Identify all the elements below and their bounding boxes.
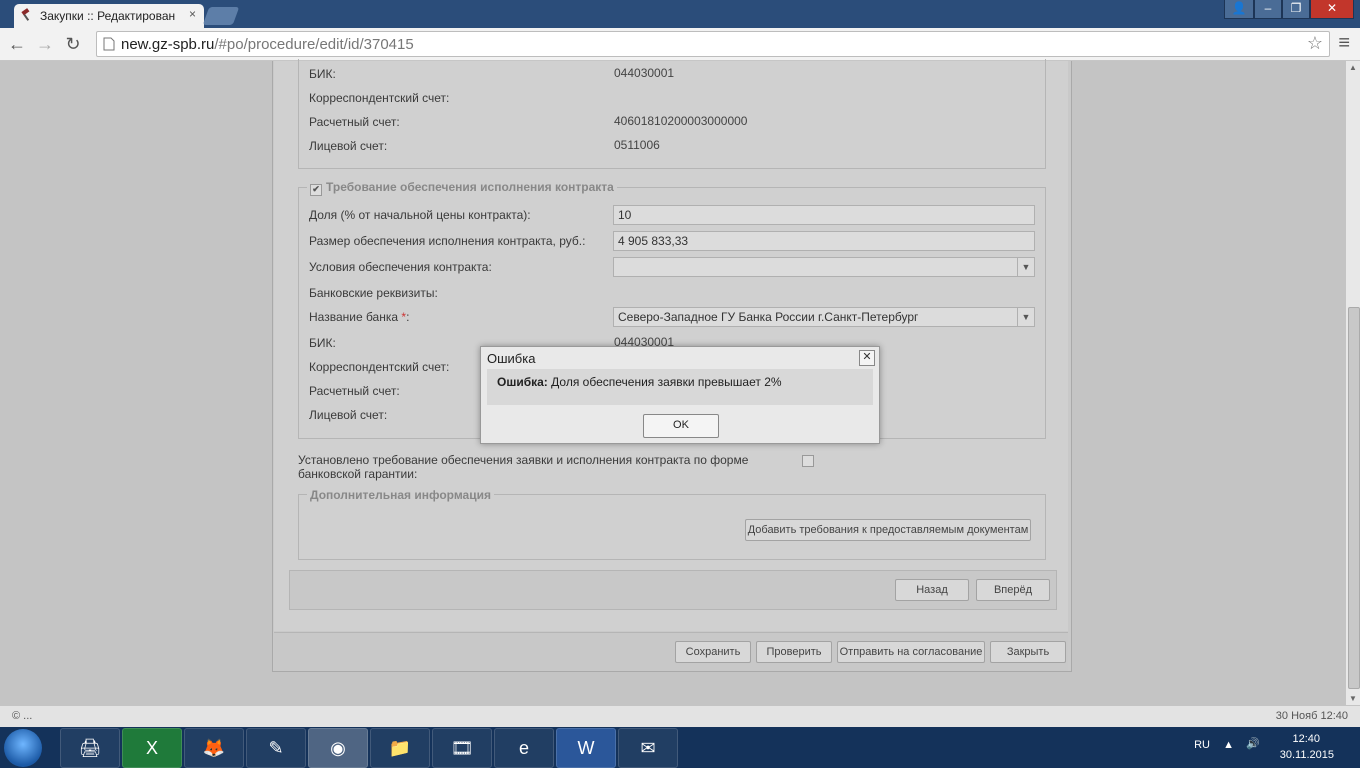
browser-tab[interactable]: Закупки :: Редактирован ×	[14, 4, 204, 28]
chevron-down-icon[interactable]: ▼	[1017, 258, 1034, 276]
bank-name-value: Северо-Западное ГУ Банка России г.Санкт-…	[618, 310, 919, 324]
media-player-icon[interactable]: 🎞	[432, 728, 492, 768]
bik-label-2: БИК:	[309, 336, 336, 350]
guarantee-checkbox[interactable]	[802, 455, 814, 467]
firefox-icon[interactable]: 🦊	[184, 728, 244, 768]
gavel-icon	[21, 8, 30, 21]
forward-arrow-icon[interactable]: →	[34, 33, 56, 55]
bank-name-label: Название банка *:	[309, 310, 410, 324]
new-tab-button[interactable]	[202, 7, 240, 25]
browser-tab-strip: Закупки :: Редактирован × 👤 – ❐ ✕	[0, 0, 1360, 28]
contract-security-legend-text: Требование обеспечения исполнения контра…	[326, 180, 614, 194]
security-size-input[interactable]: 4 905 833,33	[613, 231, 1035, 251]
url-text: new.gz-spb.ru/#po/procedure/edit/id/3704…	[121, 36, 414, 53]
word-icon[interactable]: W	[556, 728, 616, 768]
settlement-account-value: 40601810200003000000	[614, 114, 748, 128]
forward-button[interactable]: Вперёд	[976, 579, 1050, 601]
user-icon[interactable]: 👤	[1224, 0, 1254, 19]
security-size-label: Размер обеспечения исполнения контракта,…	[309, 234, 586, 248]
settlement-account-label-2: Расчетный счет:	[309, 384, 400, 398]
page-scrollbar[interactable]: ▲ ▼	[1346, 61, 1360, 705]
personal-account-label: Лицевой счет:	[309, 139, 388, 153]
corr-account-label: Корреспондентский счет:	[309, 91, 450, 105]
tray-expand-icon[interactable]: ▲	[1223, 739, 1234, 751]
chevron-down-icon[interactable]: ▼	[1017, 308, 1034, 326]
close-window-button[interactable]: ✕	[1310, 0, 1354, 19]
check-button[interactable]: Проверить	[756, 641, 832, 663]
back-button[interactable]: Назад	[895, 579, 969, 601]
volume-icon[interactable]: 🔊	[1246, 737, 1260, 750]
restore-button[interactable]: ❐	[1282, 0, 1310, 19]
windows-taskbar: 🖨 X 🦊 ✎ ◉ 📁 🎞 e W ✉ RU ▲ 🔊 12:40 30.11.2…	[0, 727, 1360, 768]
scroll-thumb[interactable]	[1348, 307, 1360, 689]
personal-account-value: 0511006	[614, 138, 660, 152]
tab-close-icon[interactable]: ×	[189, 7, 196, 21]
bank-name-select[interactable]: Северо-Западное ГУ Банка России г.Санкт-…	[613, 307, 1035, 327]
send-for-approval-button[interactable]: Отправить на согласование	[837, 641, 985, 663]
add-documents-button[interactable]: Добавить требования к предоставляемым до…	[745, 519, 1031, 541]
error-dialog: Ошибка ✕ Ошибка: Доля обеспечения заявки…	[480, 346, 880, 444]
scroll-up-icon[interactable]: ▲	[1349, 63, 1357, 72]
reload-icon[interactable]: ↻	[62, 33, 84, 55]
additional-info-legend: Дополнительная информация	[307, 488, 494, 502]
share-input[interactable]: 10	[613, 205, 1035, 225]
close-icon[interactable]: ✕	[859, 350, 875, 366]
dialog-message: Ошибка: Доля обеспечения заявки превышае…	[497, 375, 782, 389]
settlement-account-label: Расчетный счет:	[309, 115, 400, 129]
mail-app-icon[interactable]: ✉	[618, 728, 678, 768]
conditions-select[interactable]: ▼	[613, 257, 1035, 277]
chrome-icon[interactable]: ◉	[308, 728, 368, 768]
contract-security-checkbox[interactable]: ✔	[310, 184, 322, 196]
bookmark-star-icon[interactable]: ☆	[1307, 33, 1323, 54]
guarantee-label-line1: Установлено требование обеспечения заявк…	[298, 453, 749, 467]
dialog-title: Ошибка	[487, 351, 536, 366]
notepad-icon[interactable]: ✎	[246, 728, 306, 768]
menu-icon[interactable]: ≡	[1338, 32, 1350, 55]
action-bar: Сохранить Проверить Отправить на согласо…	[274, 632, 1068, 671]
excel-icon[interactable]: X	[122, 728, 182, 768]
save-button[interactable]: Сохранить	[675, 641, 751, 663]
contract-security-legend: ✔ Требование обеспечения исполнения контр…	[307, 180, 617, 196]
scroll-down-icon[interactable]: ▼	[1349, 694, 1357, 703]
minimize-button[interactable]: –	[1254, 0, 1282, 19]
ok-button[interactable]: OK	[643, 414, 719, 438]
clock-time[interactable]: 12:40	[1292, 733, 1320, 745]
clock-date[interactable]: 30.11.2015	[1280, 749, 1334, 761]
bik-label: БИК:	[309, 67, 336, 81]
address-bar[interactable]: new.gz-spb.ru/#po/procedure/edit/id/3704…	[96, 31, 1330, 57]
share-label: Доля (% от начальной цены контракта):	[309, 208, 531, 222]
guarantee-label-line2: банковской гарантии:	[298, 467, 418, 481]
close-button[interactable]: Закрыть	[990, 641, 1066, 663]
bik-value: 044030001	[614, 66, 675, 80]
printer-icon[interactable]: 🖨	[60, 728, 120, 768]
corr-account-label-2: Корреспондентский счет:	[309, 360, 450, 374]
language-indicator[interactable]: RU	[1194, 739, 1210, 751]
windows-start-icon[interactable]	[4, 729, 42, 767]
conditions-label: Условия обеспечения контракта:	[309, 260, 492, 274]
status-left: © ...	[12, 710, 33, 722]
status-bar: © ... 30 Нояб 12:40	[0, 705, 1360, 728]
folder-icon[interactable]: 📁	[370, 728, 430, 768]
dialog-body: Ошибка: Доля обеспечения заявки превышае…	[487, 369, 873, 405]
bank-requisites-label: Банковские реквизиты:	[309, 286, 438, 300]
page-icon	[103, 37, 115, 51]
personal-account-label-2: Лицевой счет:	[309, 408, 388, 422]
wizard-nav-bar: Назад Вперёд	[289, 570, 1057, 610]
tab-title: Закупки :: Редактирован	[40, 9, 176, 23]
back-arrow-icon[interactable]: ←	[6, 33, 28, 55]
browser-toolbar: ← → ↻ new.gz-spb.ru/#po/procedure/edit/i…	[0, 28, 1360, 61]
internet-explorer-icon[interactable]: e	[494, 728, 554, 768]
status-datetime: 30 Нояб 12:40	[1275, 710, 1348, 722]
